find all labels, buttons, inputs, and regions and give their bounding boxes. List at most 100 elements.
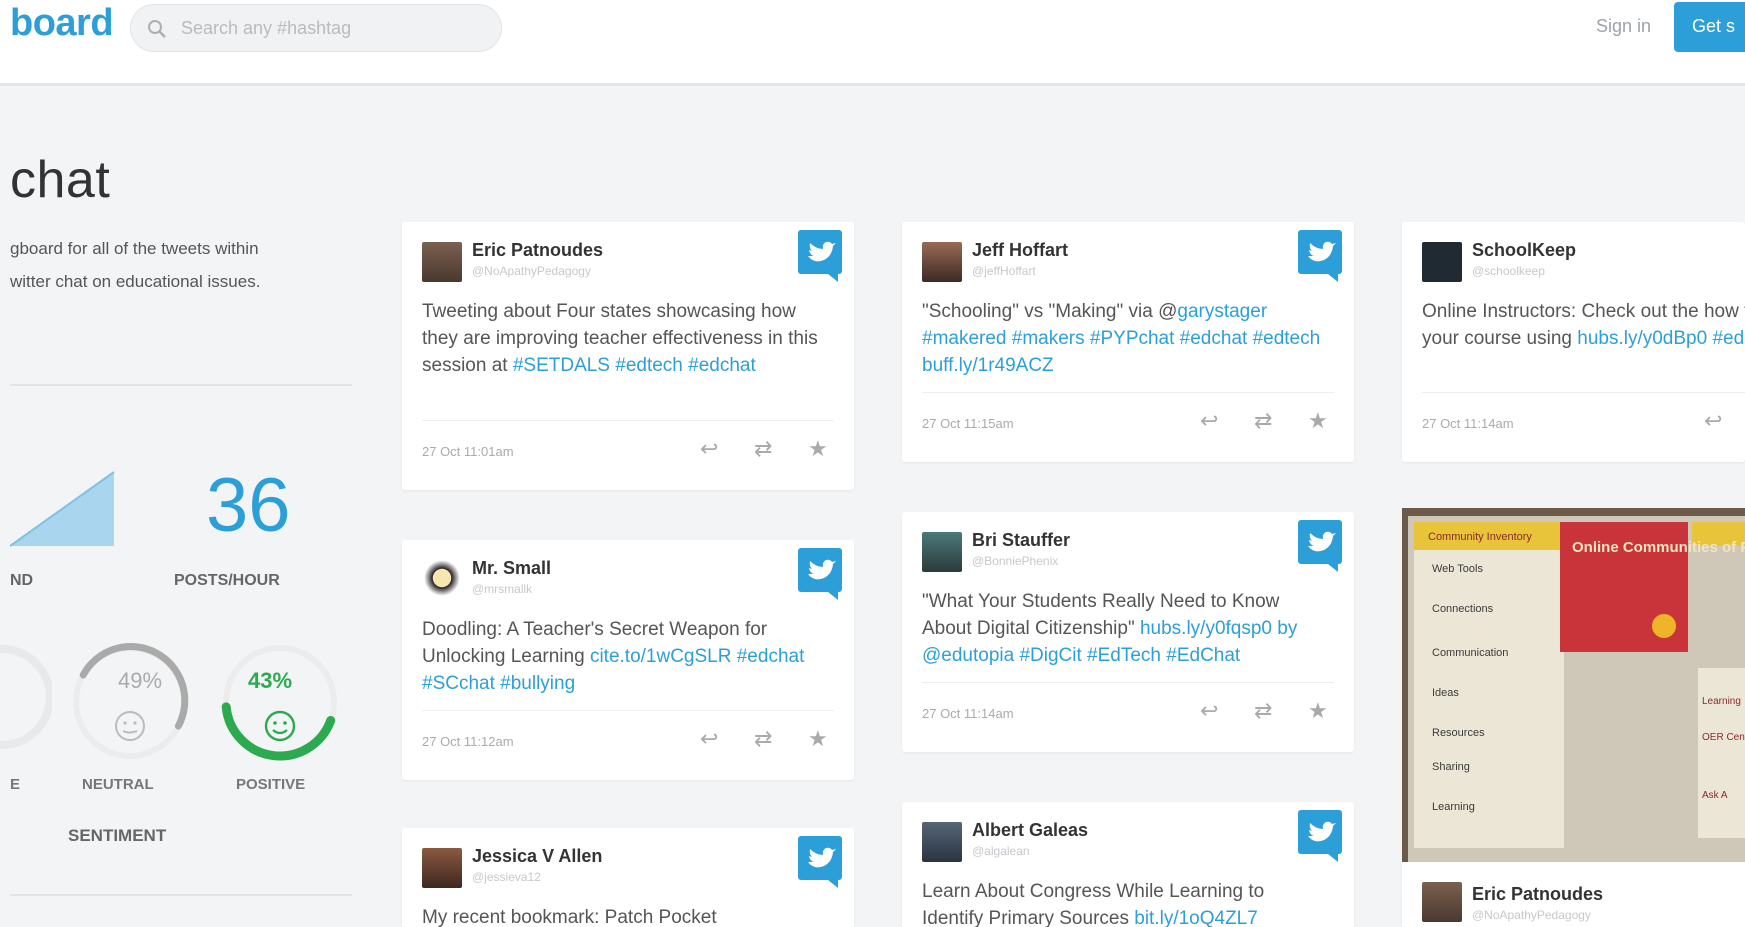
page-title: chat xyxy=(10,151,111,209)
trend-label: ND xyxy=(10,572,34,589)
tweet-card[interactable]: Bri Stauffer @BonniePhenix "What Your St… xyxy=(902,512,1354,752)
avatar[interactable] xyxy=(922,822,962,862)
tweet-author-handle[interactable]: @NoApathyPedagogy xyxy=(472,264,591,278)
divider xyxy=(10,384,352,386)
svg-text:Communication: Communication xyxy=(1432,647,1508,659)
tweet-card[interactable]: Eric Patnoudes @NoApathyPedagogy xyxy=(1402,864,1745,927)
retweet-icon[interactable]: ⇄ xyxy=(1254,698,1272,724)
tweet-link[interactable]: bit.ly/1oQ4ZL7 xyxy=(1134,908,1258,927)
tweet-author-name[interactable]: Jeff Hoffart xyxy=(972,240,1068,261)
tweet-author-handle[interactable]: @algalean xyxy=(972,844,1030,858)
reply-icon[interactable]: ↩ xyxy=(700,726,718,752)
tweet-card[interactable]: Albert Galeas @algalean Learn About Cong… xyxy=(902,802,1354,927)
tweet-author-name[interactable]: Bri Stauffer xyxy=(972,530,1070,551)
retweet-icon[interactable]: ⇄ xyxy=(754,436,772,462)
twitter-bird-icon[interactable] xyxy=(1298,230,1344,287)
neutral-gauge xyxy=(73,643,189,759)
svg-text:Ask A: Ask A xyxy=(1702,790,1728,801)
svg-text:Connections: Connections xyxy=(1432,603,1494,615)
svg-text:Learning: Learning xyxy=(1702,696,1741,707)
neutral-face-icon xyxy=(115,711,145,741)
tweet-card[interactable]: Mr. Small @mrsmallk Doodling: A Teacher'… xyxy=(402,540,854,780)
tweet-author-handle[interactable]: @BonniePhenix xyxy=(972,554,1058,568)
search-box[interactable] xyxy=(130,4,502,52)
app-logo[interactable]: board xyxy=(10,2,114,45)
svg-text:Ideas: Ideas xyxy=(1432,687,1459,699)
retweet-icon[interactable]: ⇄ xyxy=(754,726,772,752)
tweet-card[interactable]: Jeff Hoffart @jeffHoffart "Schooling" vs… xyxy=(902,222,1354,462)
tweet-timestamp[interactable]: 27 Oct 11:01am xyxy=(422,444,514,459)
negative-gauge xyxy=(0,645,52,749)
avatar[interactable] xyxy=(422,560,462,600)
avatar[interactable] xyxy=(1422,882,1462,922)
tweet-link[interactable]: #SETDALS #edtech #edchat xyxy=(513,355,756,376)
positive-label: POSITIVE xyxy=(236,776,306,793)
tweet-link[interactable]: hubs.ly/y0fqsp0 xyxy=(1140,618,1272,639)
search-icon xyxy=(147,19,167,44)
reply-icon[interactable]: ↩ xyxy=(1200,698,1218,724)
image-tweet-card[interactable]: Community Inventory Online Communities o… xyxy=(1402,508,1745,864)
tweet-text: "Schooling" vs "Making" via @garystager … xyxy=(922,298,1330,379)
card-divider xyxy=(422,420,834,421)
tweet-author-name[interactable]: Eric Patnoudes xyxy=(472,240,603,261)
tweet-text: Tweeting about Four states showcasing ho… xyxy=(422,298,830,379)
favorite-icon[interactable]: ★ xyxy=(1308,698,1328,724)
tweet-link[interactable]: hubs.ly/y0dBp0 #edchat #online xyxy=(1577,328,1745,349)
twitter-bird-icon[interactable] xyxy=(798,548,844,605)
tweet-author-handle[interactable]: @jeffHoffart xyxy=(972,264,1036,278)
tweet-card[interactable]: Eric Patnoudes @NoApathyPedagogy Tweetin… xyxy=(402,222,854,490)
favorite-icon[interactable]: ★ xyxy=(808,726,828,752)
tweet-timestamp[interactable]: 27 Oct 11:14am xyxy=(922,706,1014,721)
avatar[interactable] xyxy=(922,242,962,282)
negative-label: E xyxy=(10,776,21,793)
tweet-author-handle[interactable]: @jessieva12 xyxy=(472,870,541,884)
positive-gauge xyxy=(221,645,337,761)
get-started-button[interactable]: Get s xyxy=(1674,2,1745,52)
tweet-photo[interactable]: Community Inventory Online Communities o… xyxy=(1402,508,1745,864)
tweet-timestamp[interactable]: 27 Oct 11:12am xyxy=(422,734,514,749)
positive-percent: 43% xyxy=(248,668,293,693)
tweet-author-name[interactable]: Jessica V Allen xyxy=(472,846,602,867)
tweet-timestamp[interactable]: 27 Oct 11:14am xyxy=(1422,416,1514,431)
sign-in-link[interactable]: Sign in xyxy=(1596,16,1651,37)
smile-face-icon xyxy=(264,710,296,742)
search-input[interactable] xyxy=(181,15,481,41)
card-divider xyxy=(1422,392,1745,393)
twitter-bird-icon[interactable] xyxy=(798,230,844,287)
neutral-label: NEUTRAL xyxy=(82,776,154,793)
tweet-author-handle[interactable]: @schoolkeep xyxy=(1472,264,1545,278)
tweet-author-name[interactable]: SchoolKeep xyxy=(1472,240,1576,261)
reply-icon[interactable]: ↩ xyxy=(700,436,718,462)
svg-text:Resources: Resources xyxy=(1432,727,1485,739)
card-divider xyxy=(922,392,1334,393)
tweet-timestamp[interactable]: 27 Oct 11:15am xyxy=(922,416,1014,431)
twitter-bird-icon[interactable] xyxy=(1298,520,1344,577)
tweet-text: My recent bookmark: Patch Pocket xyxy=(422,904,830,927)
favorite-icon[interactable]: ★ xyxy=(1308,408,1328,434)
tweet-author-name[interactable]: Eric Patnoudes xyxy=(1472,884,1603,905)
svg-text:Web Tools: Web Tools xyxy=(1432,563,1483,575)
tweet-text-plain: My recent bookmark: Patch Pocket xyxy=(422,907,717,927)
tweet-author-name[interactable]: Mr. Small xyxy=(472,558,551,579)
posts-per-hour-label: POSTS/HOUR xyxy=(174,572,280,589)
svg-text:Learning: Learning xyxy=(1432,801,1475,813)
avatar[interactable] xyxy=(922,532,962,572)
tweet-text-plain: "Schooling" vs "Making" via @ xyxy=(922,301,1178,322)
twitter-bird-icon[interactable] xyxy=(798,836,844,893)
tweet-author-handle[interactable]: @NoApathyPedagogy xyxy=(1472,908,1591,922)
avatar[interactable] xyxy=(422,242,462,282)
favorite-icon[interactable]: ★ xyxy=(808,436,828,462)
avatar[interactable] xyxy=(422,848,462,888)
sentiment-heading: SENTIMENT xyxy=(68,826,167,845)
tweet-card[interactable]: Jessica V Allen @jessieva12 My recent bo… xyxy=(402,828,854,927)
tweet-author-name[interactable]: Albert Galeas xyxy=(972,820,1088,841)
avatar[interactable] xyxy=(1422,242,1462,282)
tweet-card[interactable]: SchoolKeep @schoolkeep Online Instructor… xyxy=(1402,222,1745,462)
twitter-bird-icon[interactable] xyxy=(1298,810,1344,867)
tweet-author-handle[interactable]: @mrsmallk xyxy=(472,582,532,596)
reply-icon[interactable]: ↩ xyxy=(1704,408,1722,434)
tweet-text: Doodling: A Teacher's Secret Weapon for … xyxy=(422,616,830,697)
retweet-icon[interactable]: ⇄ xyxy=(1254,408,1272,434)
tweet-text: "What Your Students Really Need to Know … xyxy=(922,588,1330,669)
reply-icon[interactable]: ↩ xyxy=(1200,408,1218,434)
